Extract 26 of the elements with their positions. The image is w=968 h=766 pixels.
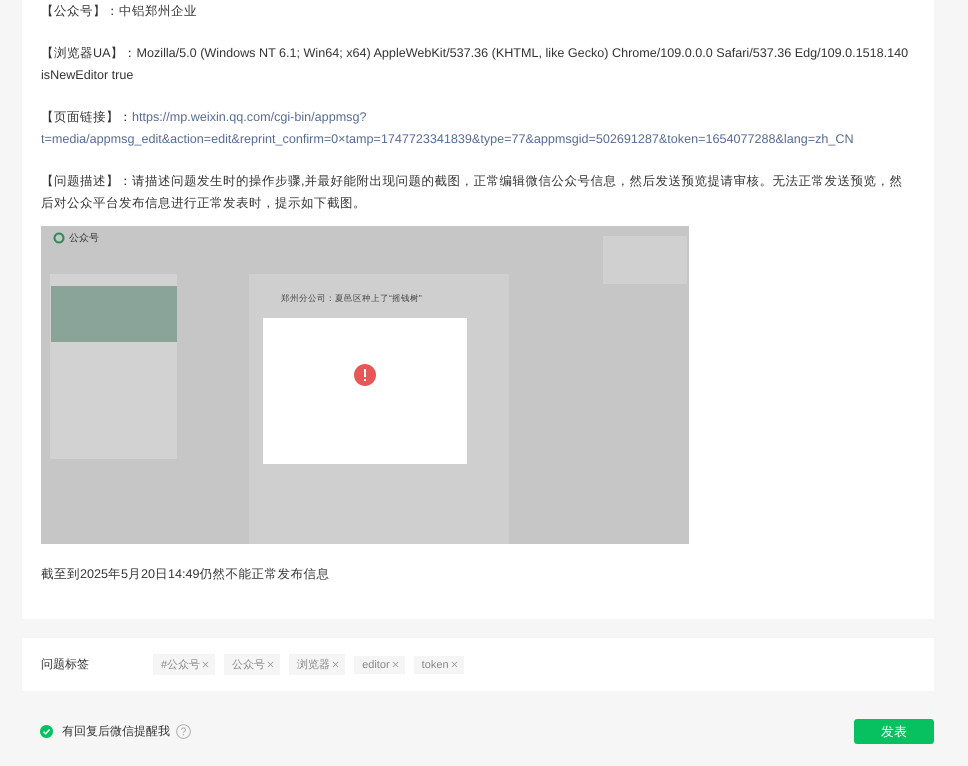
app-name: 公众号 (69, 232, 99, 246)
tag[interactable]: editor (354, 656, 405, 674)
tag[interactable]: token (414, 656, 464, 674)
page-link[interactable]: https://mp.weixin.qq.com/cgi-bin/appmsg? (132, 106, 366, 128)
page-link[interactable]: t=media/appmsg_edit&action=edit&reprint_confirm=0×tamp=1747723341839&type=77&appmsgid=502691287&token=1654077288&lang=zh_CN (41, 128, 854, 150)
tag[interactable]: 公众号 (224, 654, 280, 675)
remove-icon[interactable] (267, 661, 274, 668)
warning-icon (354, 364, 376, 386)
paragraph: 截至到2025年5月20日14:49仍然不能正常发布信息 (41, 566, 331, 583)
remove-icon[interactable] (202, 661, 210, 668)
publish-button[interactable]: 发表 (854, 719, 934, 744)
notify-label: 有回复后微信提醒我 (62, 723, 170, 740)
remove-icon[interactable] (450, 661, 458, 668)
logo-icon (53, 232, 65, 244)
remove-icon[interactable] (392, 661, 399, 668)
remove-icon[interactable] (332, 661, 340, 668)
tag[interactable]: 浏览器 (289, 654, 346, 675)
field-label: 【页面链接】： (41, 110, 132, 124)
help-icon[interactable] (176, 724, 191, 739)
tags-label: 问题标签 (41, 656, 90, 673)
checkbox[interactable] (40, 725, 53, 738)
article-title: 郑州分公司：夏邑区种上了“摇钱树” (281, 292, 422, 304)
paragraph: 【问题描述】：请描述问题发生时的操作步骤,并最好能附出现问题的截图，正常编辑微信公众号信息，然后发送预览提请审核。无法正常发送预览，然后对公众平台发布信息进行正常发表时，提示如下截图。 (41, 173, 904, 212)
paragraph: 【浏览器UA】：Mozilla/5.0 (Windows NT 6.1; Win64; x64) AppleWebKit/537.36 (KHTML, like Gecko) Chrome/109.0.0.0 Safari/537.36 Edg/109.0.1518.140 isNewEditor true (41, 45, 910, 84)
tag[interactable]: #公众号 (153, 654, 216, 675)
paragraph: 【公众号】：中铝郑州企业 (41, 3, 198, 20)
